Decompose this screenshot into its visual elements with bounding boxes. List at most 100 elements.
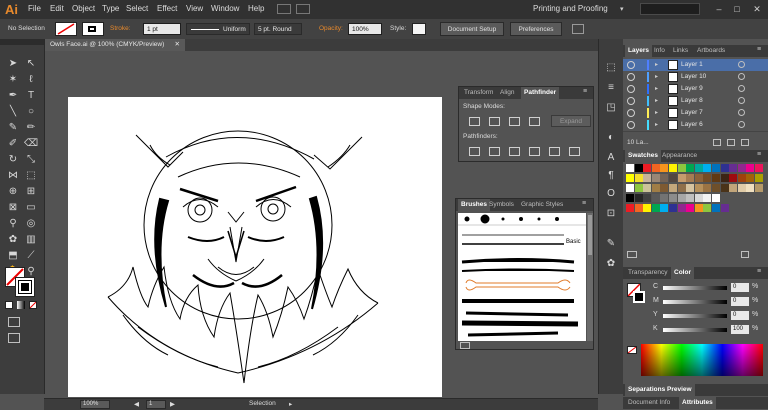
swatch-libraries-icon[interactable]	[627, 251, 637, 258]
blob-brush-tool-icon[interactable]: ✐	[6, 137, 20, 151]
visibility-eye-icon[interactable]	[627, 85, 635, 93]
menu-view[interactable]: View	[186, 4, 203, 13]
swatch[interactable]	[626, 184, 634, 192]
swatch[interactable]	[720, 164, 729, 172]
minus-back-icon[interactable]	[569, 147, 580, 156]
delete-layer-icon[interactable]	[741, 139, 749, 146]
swatch[interactable]	[651, 204, 660, 212]
pencil-tool-icon[interactable]: ✏	[24, 121, 38, 135]
transform-panel-icon[interactable]: ⬚	[603, 61, 619, 75]
swatch[interactable]	[746, 184, 755, 192]
color-mode-icon[interactable]	[5, 301, 13, 309]
eraser-tool-icon[interactable]: ⌫	[24, 137, 38, 151]
swatch[interactable]	[677, 184, 686, 192]
tab-links[interactable]: Links	[670, 45, 691, 57]
free-transform-tool-icon[interactable]: ⬚	[24, 169, 38, 183]
new-layer-icon[interactable]	[713, 139, 721, 146]
channel-value-field[interactable]: 0	[731, 311, 749, 320]
swatch[interactable]	[651, 194, 660, 202]
paragraph-panel-icon[interactable]: ¶	[603, 169, 619, 183]
minus-front-icon[interactable]	[489, 117, 500, 126]
swatch[interactable]	[686, 204, 695, 212]
chevron-down-icon[interactable]: ▾	[620, 5, 624, 13]
swatch[interactable]	[720, 204, 729, 212]
swatch[interactable]	[626, 174, 634, 182]
swatch[interactable]	[669, 174, 677, 182]
swatch[interactable]	[720, 184, 729, 192]
perspective-grid-tool-icon[interactable]: ⊞	[24, 185, 38, 199]
zoom-field[interactable]: 100%	[80, 400, 110, 409]
swatch[interactable]	[729, 164, 738, 172]
swatch[interactable]	[660, 194, 669, 202]
swatch[interactable]	[626, 194, 634, 202]
intersect-icon[interactable]	[509, 117, 520, 126]
brush-definition[interactable]: 5 pt. Round	[254, 23, 302, 35]
document-tab[interactable]: Owls Face.ai @ 100% (CMYK/Preview) ✕	[45, 39, 185, 51]
channel-value-field[interactable]: 0	[731, 283, 749, 292]
swatch[interactable]	[686, 184, 695, 192]
pen-tool-icon[interactable]: ✒	[6, 89, 20, 103]
draw-mode-icon[interactable]	[8, 317, 20, 327]
pathfinder-panel-icon[interactable]: ◳	[603, 101, 619, 115]
swatch[interactable]	[694, 164, 703, 172]
panel-menu-icon[interactable]: ≡	[757, 46, 761, 53]
layer-row[interactable]: ▸ Layer 6	[623, 119, 768, 132]
visibility-eye-icon[interactable]	[627, 73, 635, 81]
target-icon[interactable]	[738, 109, 745, 116]
swatch[interactable]	[651, 174, 660, 182]
swatch[interactable]	[703, 164, 712, 172]
swatch[interactable]	[703, 174, 712, 182]
swatch[interactable]	[729, 184, 738, 192]
expand-triangle-icon[interactable]: ▸	[655, 121, 658, 128]
shape-builder-tool-icon[interactable]: ⊕	[6, 185, 20, 199]
swatch[interactable]	[712, 164, 720, 172]
swatch[interactable]	[634, 204, 643, 212]
brush-libraries-icon[interactable]	[460, 342, 470, 349]
target-icon[interactable]	[738, 61, 745, 68]
swatch[interactable]	[703, 204, 712, 212]
expand-triangle-icon[interactable]: ▸	[655, 61, 658, 68]
tab-layers[interactable]: Layers	[625, 45, 652, 57]
brush-library-list[interactable]: Basic	[458, 213, 586, 341]
target-icon[interactable]	[738, 85, 745, 92]
swatch[interactable]	[660, 164, 669, 172]
trim-icon[interactable]	[489, 147, 500, 156]
scale-tool-icon[interactable]: ⤡	[24, 153, 38, 167]
panel-menu-icon[interactable]: ≡	[582, 200, 586, 207]
target-icon[interactable]	[738, 97, 745, 104]
channel-slider[interactable]	[663, 286, 727, 290]
visibility-eye-icon[interactable]	[627, 121, 635, 129]
artboard[interactable]	[68, 97, 442, 397]
tab-swatches[interactable]: Swatches	[625, 150, 661, 162]
color-spectrum[interactable]	[641, 344, 763, 376]
swatch[interactable]	[677, 204, 686, 212]
tab-align[interactable]: Align	[497, 87, 517, 99]
document-setup-button[interactable]: Document Setup	[440, 22, 504, 36]
channel-slider[interactable]	[663, 314, 727, 318]
blend-tool-icon[interactable]: ◎	[24, 217, 38, 231]
width-tool-icon[interactable]: ⋈	[6, 169, 20, 183]
opacity-label[interactable]: Opacity:	[319, 25, 343, 32]
menu-help[interactable]: Help	[248, 4, 264, 13]
close-window-button[interactable]: ✕	[748, 2, 766, 16]
swatch[interactable]	[737, 184, 746, 192]
expand-triangle-icon[interactable]: ▸	[655, 109, 658, 116]
channel-slider[interactable]	[663, 300, 727, 304]
swatch[interactable]	[660, 184, 669, 192]
swatch[interactable]	[703, 184, 712, 192]
tab-symbols[interactable]: Symbols	[486, 199, 517, 211]
direct-selection-tool-icon[interactable]: ↖	[24, 57, 38, 71]
tab-document-info[interactable]: Document Info	[625, 397, 673, 409]
tab-artboards[interactable]: Artboards	[694, 45, 728, 57]
swatch[interactable]	[660, 204, 669, 212]
panel-menu-icon[interactable]: ≡	[757, 151, 761, 158]
artboards-panel-icon[interactable]: ⊡	[603, 207, 619, 221]
expand-triangle-icon[interactable]: ▸	[655, 85, 658, 92]
eyedropper-tool-icon[interactable]: ⚲	[6, 217, 20, 231]
lasso-tool-icon[interactable]: ℓ	[24, 73, 38, 87]
symbol-sprayer-tool-icon[interactable]: ✿	[6, 233, 20, 247]
tools-panel-header[interactable]	[0, 39, 44, 45]
stroke-weight-field[interactable]: 1 pt	[143, 23, 181, 35]
swatch[interactable]	[643, 194, 652, 202]
align-icon[interactable]	[572, 24, 584, 34]
